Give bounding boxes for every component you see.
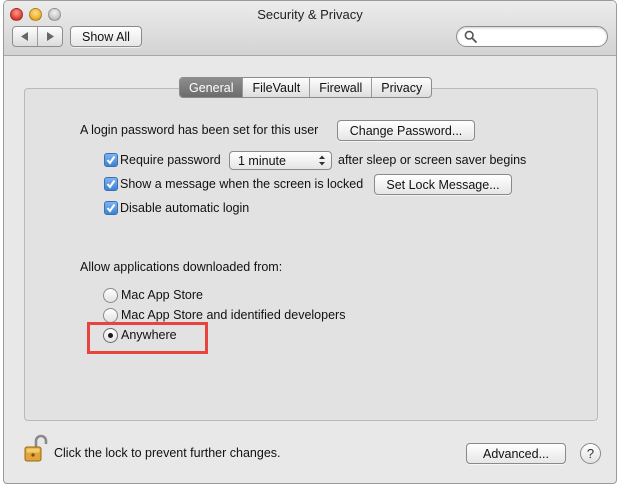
allow-apps-heading: Allow applications downloaded from: — [80, 260, 283, 274]
show-message-label: Show a message when the screen is locked — [120, 177, 364, 191]
security-privacy-window: Security & Privacy Show All General File… — [3, 0, 617, 484]
radio-identified-developers-label: Mac App Store and identified developers — [121, 308, 346, 322]
general-pane — [24, 88, 598, 421]
forward-button[interactable] — [37, 27, 62, 46]
checkmark-icon — [106, 179, 116, 189]
set-lock-message-button[interactable]: Set Lock Message... — [374, 174, 512, 195]
disable-autologin-checkbox[interactable] — [104, 201, 118, 215]
window-title: Security & Privacy — [257, 7, 363, 22]
disable-autologin-label: Disable automatic login — [120, 201, 250, 215]
tab-general[interactable]: General — [180, 78, 243, 97]
checkmark-icon — [106, 203, 116, 213]
titlebar: Security & Privacy Show All — [4, 1, 616, 56]
highlight-box — [87, 322, 208, 354]
lock-status-text: Click the lock to prevent further change… — [54, 446, 281, 460]
password-delay-value: 1 minute — [238, 153, 286, 168]
require-password-label: Require password — [120, 153, 221, 167]
require-password-checkbox[interactable] — [104, 153, 118, 167]
tab-filevault[interactable]: FileVault — [242, 78, 309, 97]
tab-bar: General FileVault Firewall Privacy — [179, 77, 433, 98]
radio-mac-app-store[interactable] — [103, 288, 118, 303]
unlocked-padlock-icon[interactable] — [24, 433, 48, 463]
back-forward-control — [12, 26, 63, 47]
change-password-button[interactable]: Change Password... — [337, 120, 475, 141]
search-field[interactable] — [456, 26, 608, 47]
advanced-button[interactable]: Advanced... — [466, 443, 566, 464]
after-sleep-text: after sleep or screen saver begins — [338, 153, 527, 167]
back-arrow-icon — [21, 32, 28, 41]
checkmark-icon — [106, 155, 116, 165]
search-input[interactable] — [481, 29, 601, 44]
radio-identified-developers[interactable] — [103, 308, 118, 323]
password-status-text: A login password has been set for this u… — [80, 123, 319, 137]
back-button[interactable] — [13, 27, 37, 46]
forward-arrow-icon — [47, 32, 54, 41]
help-button[interactable]: ? — [580, 443, 601, 464]
tab-privacy[interactable]: Privacy — [371, 78, 431, 97]
radio-mac-app-store-label: Mac App Store — [121, 288, 203, 302]
tab-firewall[interactable]: Firewall — [309, 78, 371, 97]
search-icon — [464, 30, 477, 43]
popup-arrows-icon — [319, 155, 325, 166]
password-delay-popup[interactable]: 1 minute — [229, 151, 332, 170]
show-message-checkbox[interactable] — [104, 177, 118, 191]
show-all-button[interactable]: Show All — [70, 26, 142, 47]
